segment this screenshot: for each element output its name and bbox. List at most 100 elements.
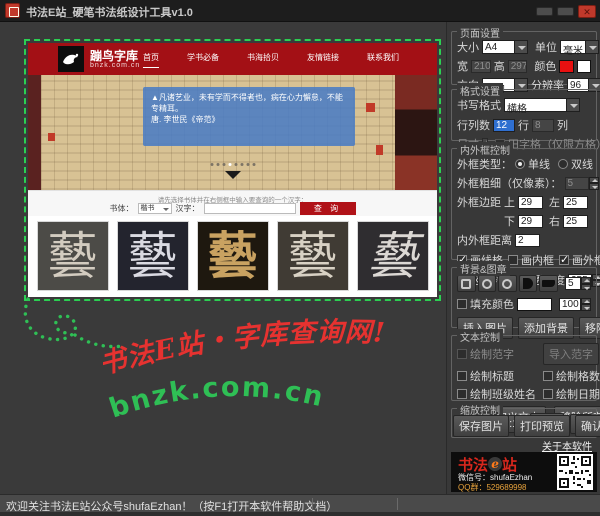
single-line-radio[interactable] <box>515 159 525 169</box>
search-button[interactable]: 查 询 <box>300 202 356 215</box>
stamp-bar-button[interactable] <box>539 275 558 292</box>
width-label: 宽 <box>457 58 468 74</box>
window-bottom-edge <box>0 512 600 516</box>
site-domain: bnzk.com.cn <box>90 62 140 69</box>
line-color-swatch[interactable] <box>559 60 573 73</box>
page-setup-title: 页面设置 <box>457 25 503 40</box>
save-image-button[interactable]: 保存图片 <box>453 415 509 437</box>
combo-arrow-icon[interactable] <box>586 40 599 54</box>
scroll-edge-right <box>395 75 437 190</box>
glyph-tile[interactable]: 藝 <box>197 221 269 291</box>
glyph-tile[interactable]: 藝 <box>37 221 109 291</box>
draw-count-checkbox[interactable] <box>543 371 553 381</box>
stamp-square-button[interactable] <box>457 275 476 292</box>
stamp-ellipse-button[interactable] <box>498 275 517 292</box>
import-model-button[interactable]: 导入范字 <box>543 343 599 365</box>
single-line-label: 单线 <box>528 156 550 172</box>
draw-model-label: 绘制范字 <box>470 346 514 362</box>
status-separator <box>312 498 313 510</box>
draw-inner-label: 画内框 <box>521 252 554 268</box>
site-logo <box>58 46 84 72</box>
page-height-input[interactable]: 297 <box>508 60 528 73</box>
margin-bottom-input[interactable]: 29 <box>518 215 543 228</box>
rows-input[interactable]: 12 <box>493 119 515 132</box>
draw-title-label: 绘制标题 <box>470 368 514 384</box>
page-width-input[interactable]: 210 <box>471 60 491 73</box>
quote-overlay[interactable]: ▲凡诸艺业，未有学而不得者也，病在心力懈怠，不能专精耳。 唐. 李世民《帝范》 <box>143 87 355 146</box>
stamp-halfmoon-button[interactable] <box>519 275 538 292</box>
frame-group: 内外框控制 外框类型： 单线 双线 外框粗细（仅像素）： 5 外框边距 上 29… <box>451 148 597 260</box>
action-buttons: 保存图片 打印预览 确认打印 <box>453 415 600 437</box>
draw-class-checkbox[interactable] <box>457 389 467 399</box>
draw-outer-checkbox[interactable] <box>559 255 569 265</box>
height-label: 高 <box>494 58 505 74</box>
scroll-edge-left <box>28 75 41 190</box>
write-format-combo[interactable]: 横格 <box>504 98 580 112</box>
maximize-button[interactable] <box>557 7 574 16</box>
glyph-tile[interactable]: 藝 <box>357 221 429 291</box>
canvas-selection-frame[interactable]: 蹦鸟字库 bnzk.com.cn 首页 学书必备 书海拾贝 友情链接 联系我们 … <box>24 39 441 301</box>
frame-type-label: 外框类型： <box>457 156 512 172</box>
fill-color-checkbox[interactable] <box>457 299 467 309</box>
draw-model-checkbox[interactable] <box>457 349 467 359</box>
spin-down-icon <box>581 304 591 311</box>
hero-banner: ▲凡诸艺业，未有学而不得者也，病在心力懈怠，不能专精耳。 唐. 李世民《帝范》 <box>28 75 437 190</box>
cols-input[interactable]: 8 <box>532 119 554 132</box>
window-title: 书法E站_硬笔书法纸设计工具v1.0 <box>26 4 193 20</box>
calligraphy-results: 藝 藝 藝 藝 藝 <box>28 216 437 297</box>
page-color-swatch[interactable] <box>577 60 591 73</box>
nav-contact[interactable]: 联系我们 <box>367 52 399 68</box>
combo-arrow-icon[interactable] <box>567 98 580 112</box>
text-title: 文本控制 <box>457 329 503 344</box>
color-label: 颜色 <box>534 58 556 74</box>
paper-size-combo[interactable]: A4 <box>482 40 528 54</box>
fill-opacity-spinner[interactable]: 100 <box>559 298 591 311</box>
cols-unit: 列 <box>557 117 568 133</box>
print-preview-button[interactable]: 打印预览 <box>514 415 570 437</box>
quote-text: ▲凡诸艺业，未有学而不得者也，病在心力懈怠，不能专精耳。 <box>151 92 347 114</box>
stamp-circle-button[interactable] <box>478 275 497 292</box>
unit-combo[interactable]: 毫米 <box>560 40 599 54</box>
title-bar: 书法E站_硬笔书法纸设计工具v1.0 ✕ <box>0 0 600 22</box>
margin-right-label: 右 <box>549 213 560 229</box>
nav-study[interactable]: 学书必备 <box>187 52 219 68</box>
char-input[interactable] <box>204 203 296 214</box>
carousel-dots[interactable] <box>210 163 255 166</box>
bird-logo-icon <box>58 46 84 72</box>
margin-left-input[interactable]: 25 <box>563 196 588 209</box>
frame-margin-label: 外框边距 <box>457 194 501 210</box>
margin-right-input[interactable]: 25 <box>563 215 588 228</box>
confirm-print-button[interactable]: 确认打印 <box>575 415 600 437</box>
background-title: 背景&图章 <box>457 261 510 276</box>
glyph-tile[interactable]: 藝 <box>117 221 189 291</box>
draw-date-checkbox[interactable] <box>543 389 553 399</box>
frame-gap-input[interactable]: 2 <box>515 234 540 247</box>
minimize-button[interactable] <box>536 7 553 16</box>
double-line-radio[interactable] <box>558 159 568 169</box>
draw-outer-label: 画外框 <box>572 252 600 268</box>
nav-links[interactable]: 友情链接 <box>307 52 339 68</box>
about-link[interactable]: 关于本软件 <box>542 438 592 453</box>
draw-title-checkbox[interactable] <box>457 371 467 381</box>
stamp-size-spinner[interactable]: 5 <box>565 277 591 290</box>
frame-thickness-spinner[interactable]: 5 <box>565 177 599 190</box>
glyph-tile[interactable]: 藝 <box>277 221 349 291</box>
qr-code-image <box>557 454 593 490</box>
page-setup-group: 页面设置 大小 A4 单位 毫米 宽 210 高 297 颜色 方向 纵向 分辨… <box>451 31 597 85</box>
close-button[interactable]: ✕ <box>578 5 596 18</box>
qr-code <box>557 454 593 490</box>
style-select[interactable]: 楷书 <box>138 203 172 214</box>
scroll-down-icon[interactable] <box>225 171 241 179</box>
rows-unit: 行 <box>518 117 529 133</box>
fill-color-swatch[interactable] <box>517 298 552 311</box>
combo-arrow-icon[interactable] <box>515 40 528 54</box>
margin-top-input[interactable]: 29 <box>518 196 543 209</box>
url-text: bnzk.com.cn <box>106 372 328 425</box>
app-icon <box>5 3 20 18</box>
margin-left-label: 左 <box>549 194 560 210</box>
red-seal <box>376 145 383 155</box>
frame-thickness-label: 外框粗细（仅像素）： <box>457 175 562 191</box>
nav-home[interactable]: 首页 <box>143 52 159 68</box>
spin-down-icon <box>589 183 599 190</box>
nav-collection[interactable]: 书海拾贝 <box>247 52 279 68</box>
